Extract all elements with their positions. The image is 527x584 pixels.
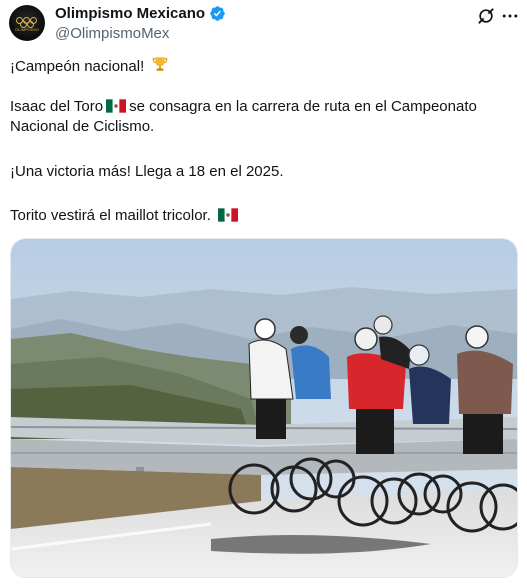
post-line-4: Torito vestirá el maillot tricolor. (10, 206, 510, 226)
trophy-icon (153, 57, 168, 71)
post-text-2b: se consagra en la carrera de ruta en el … (129, 98, 477, 115)
cyclists-photo-illustration (11, 239, 517, 577)
tweet-card: OLIMPISMO Olimpismo Mexicano @OlimpismoM… (0, 0, 527, 584)
post-line-2: Isaac del Toro se consagra en la carrera… (10, 97, 510, 137)
mexico-flag-icon (106, 99, 127, 113)
account-name-row[interactable]: Olimpismo Mexicano (55, 5, 226, 22)
post-text-2c: Nacional de Ciclismo. (10, 118, 155, 135)
post-line-1: ¡Campeón nacional! (10, 55, 510, 77)
post-photo[interactable] (10, 238, 518, 578)
post-text-2a: Isaac del Toro (10, 98, 104, 115)
verified-badge-icon (210, 6, 225, 21)
post-text-4: Torito vestirá el maillot tricolor. (10, 207, 211, 224)
mexico-flag-icon (218, 208, 239, 222)
more-icon[interactable] (500, 6, 520, 26)
avatar[interactable]: OLIMPISMO (9, 5, 45, 41)
post-line-3: ¡Una victoria más! Llega a 18 en el 2025… (10, 163, 284, 180)
account-name[interactable]: Olimpismo Mexicano (55, 5, 205, 22)
account-handle[interactable]: @OlimpismoMex (55, 25, 169, 42)
avatar-logo-text: OLIMPISMO (14, 27, 40, 32)
post-text-1: ¡Campeón nacional! (10, 58, 145, 75)
grok-icon[interactable] (476, 6, 496, 26)
